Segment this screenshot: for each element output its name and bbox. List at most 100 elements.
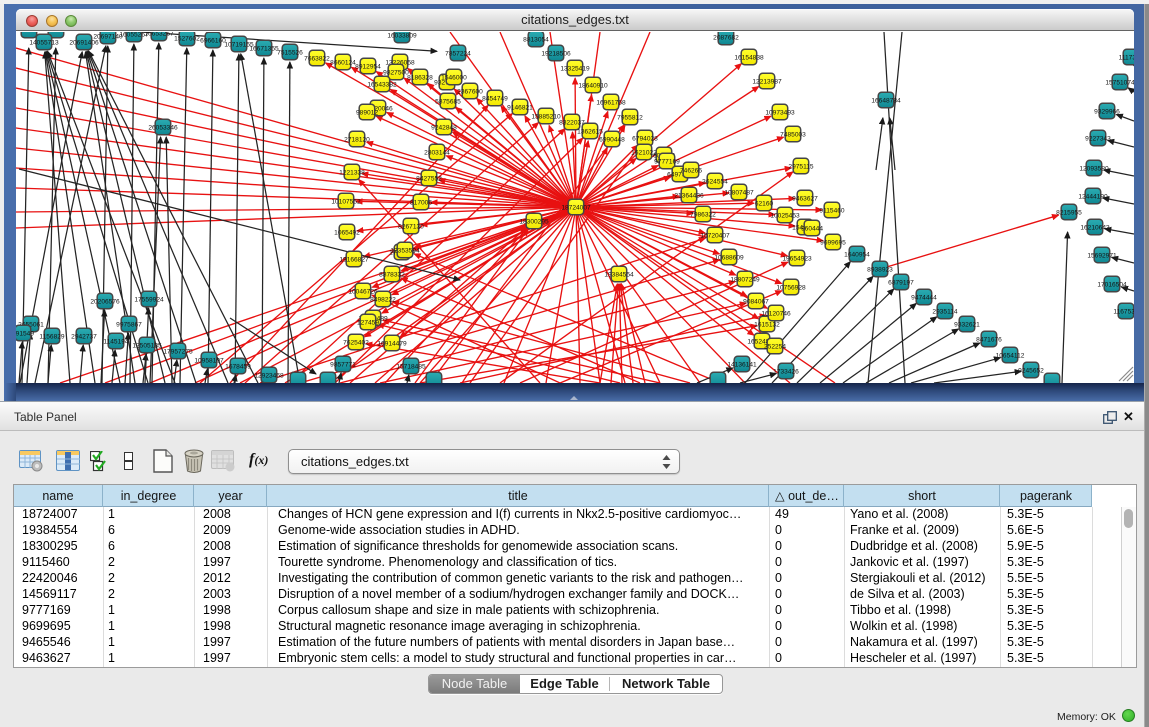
svg-text:14055713: 14055713 [29,39,59,46]
svg-text:19218506: 19218506 [541,50,571,57]
svg-text:2975115: 2975115 [788,163,814,170]
svg-text:2367600: 2367600 [457,88,483,95]
svg-text:19384554: 19384554 [604,271,634,278]
svg-text:1546000: 1546000 [441,74,467,81]
svg-text:16961758: 16961758 [596,99,626,106]
svg-text:8427552: 8427552 [416,175,442,182]
svg-text:7955812: 7955812 [617,114,643,121]
svg-text:9463627: 9463627 [792,195,818,202]
svg-text:1156829: 1156829 [39,333,65,340]
svg-text:12353594: 12353594 [390,247,420,254]
svg-text:1167530: 1167530 [1113,308,1134,315]
svg-text:13325419: 13325419 [560,65,590,72]
svg-text:9084067: 9084067 [743,298,769,305]
svg-text:17016504: 17016504 [1097,281,1127,288]
svg-text:9975867: 9975867 [116,321,142,328]
svg-text:8186328: 8186328 [407,74,433,81]
svg-text:1362615: 1362615 [577,128,603,135]
svg-text:817006: 817006 [410,199,432,206]
svg-text:8878332: 8878332 [379,271,405,278]
svg-text:9857771: 9857771 [330,361,356,368]
svg-text:7663822: 7663822 [304,55,330,62]
svg-text:16120746: 16120746 [761,310,791,317]
svg-text:10958107: 10958107 [194,357,224,364]
svg-text:17957275: 17957275 [163,348,193,355]
svg-text:16648784: 16648784 [871,97,901,104]
svg-text:1640954: 1640954 [844,251,870,258]
svg-text:18807249: 18807249 [730,276,760,283]
svg-text:7485003: 7485003 [780,131,806,138]
svg-text:26053346: 26053346 [148,124,178,131]
svg-text:9115460: 9115460 [819,207,845,214]
svg-text:16914479: 16914479 [377,340,407,347]
svg-text:7857224: 7857224 [445,50,471,57]
svg-text:8813054: 8813054 [523,36,549,43]
svg-text:8454749: 8454749 [482,95,508,102]
svg-text:1678459: 1678459 [225,363,251,370]
svg-text:9827500: 9827500 [383,69,409,76]
svg-text:18640910: 18640910 [578,82,608,89]
svg-text:8912954: 8912954 [355,63,381,70]
svg-text:7986322: 7986322 [690,211,716,218]
svg-text:8322037: 8322037 [559,119,585,126]
svg-text:9474444: 9474444 [911,294,937,301]
svg-text:6966160: 6966160 [200,37,226,44]
svg-text:10654112: 10654112 [996,352,1025,359]
svg-text:12505135: 12505135 [132,342,162,349]
svg-text:1117364: 1117364 [1119,54,1134,61]
svg-text:7625402: 7625402 [343,339,369,346]
svg-text:6879197: 6879197 [888,279,914,286]
svg-text:9332621: 9332621 [954,321,980,328]
svg-text:7515526: 7515526 [277,49,303,56]
svg-text:12093580: 12093580 [1079,165,1109,172]
svg-text:15751074: 15751074 [1105,79,1134,86]
svg-text:9777169: 9777169 [654,158,680,165]
svg-text:16154838: 16154838 [734,54,764,61]
svg-text:62160: 62160 [755,200,774,207]
svg-text:21364436: 21364436 [674,192,704,199]
svg-text:989012: 989012 [356,109,378,116]
svg-text:2803144: 2803144 [424,149,450,156]
svg-text:17559924: 17559924 [134,296,164,303]
svg-text:6794028: 6794028 [632,135,658,142]
svg-text:9242848: 9242848 [431,124,457,131]
svg-text:252254: 252254 [764,343,786,350]
svg-text:15718485: 15718485 [396,363,426,370]
svg-text:15692971: 15692971 [1087,252,1117,259]
svg-text:10107552: 10107552 [331,198,361,205]
svg-text:12213987: 12213987 [752,78,782,85]
svg-text:2935114: 2935114 [932,308,958,315]
svg-text:9699695: 9699695 [820,239,846,246]
svg-text:1615132: 1615132 [754,321,780,328]
svg-text:1221338: 1221338 [339,169,365,176]
svg-text:1145194: 1145194 [103,338,129,345]
svg-text:8498222: 8498222 [370,296,396,303]
svg-text:10046726: 10046726 [348,288,378,295]
svg-text:1527602: 1527602 [174,35,200,42]
svg-text:2718120: 2718120 [344,136,370,143]
svg-text:10756928: 10756928 [776,284,806,291]
svg-text:6990448: 6990448 [599,136,625,143]
svg-text:16543382: 16543382 [367,81,397,88]
svg-text:9245652: 9245652 [1018,367,1044,374]
svg-text:8938923: 8938923 [867,266,893,273]
svg-text:15885210: 15885210 [531,113,561,120]
svg-text:9146821: 9146821 [507,104,533,111]
svg-text:1065492: 1065492 [334,229,360,236]
svg-text:20206576: 20206576 [90,298,120,305]
svg-text:1733426: 1733426 [773,368,799,375]
svg-text:18724007: 18724007 [561,204,591,211]
svg-text:5875685: 5875685 [435,98,461,105]
svg-text:10973493: 10973493 [765,109,795,116]
svg-text:127459: 127459 [357,319,379,326]
svg-text:9329966: 9329966 [1094,108,1120,115]
svg-text:2087682: 2087682 [713,34,739,41]
svg-text:991549: 991549 [16,330,34,337]
svg-text:8267130: 8267130 [398,223,424,230]
svg-text:8660124: 8660124 [330,59,356,66]
svg-text:960444: 960444 [801,225,823,232]
svg-text:16210643: 16210643 [1080,224,1110,231]
svg-text:10688609: 10688609 [714,254,744,261]
svg-text:8471676: 8471676 [976,336,1002,343]
svg-text:20691406: 20691406 [69,39,99,46]
